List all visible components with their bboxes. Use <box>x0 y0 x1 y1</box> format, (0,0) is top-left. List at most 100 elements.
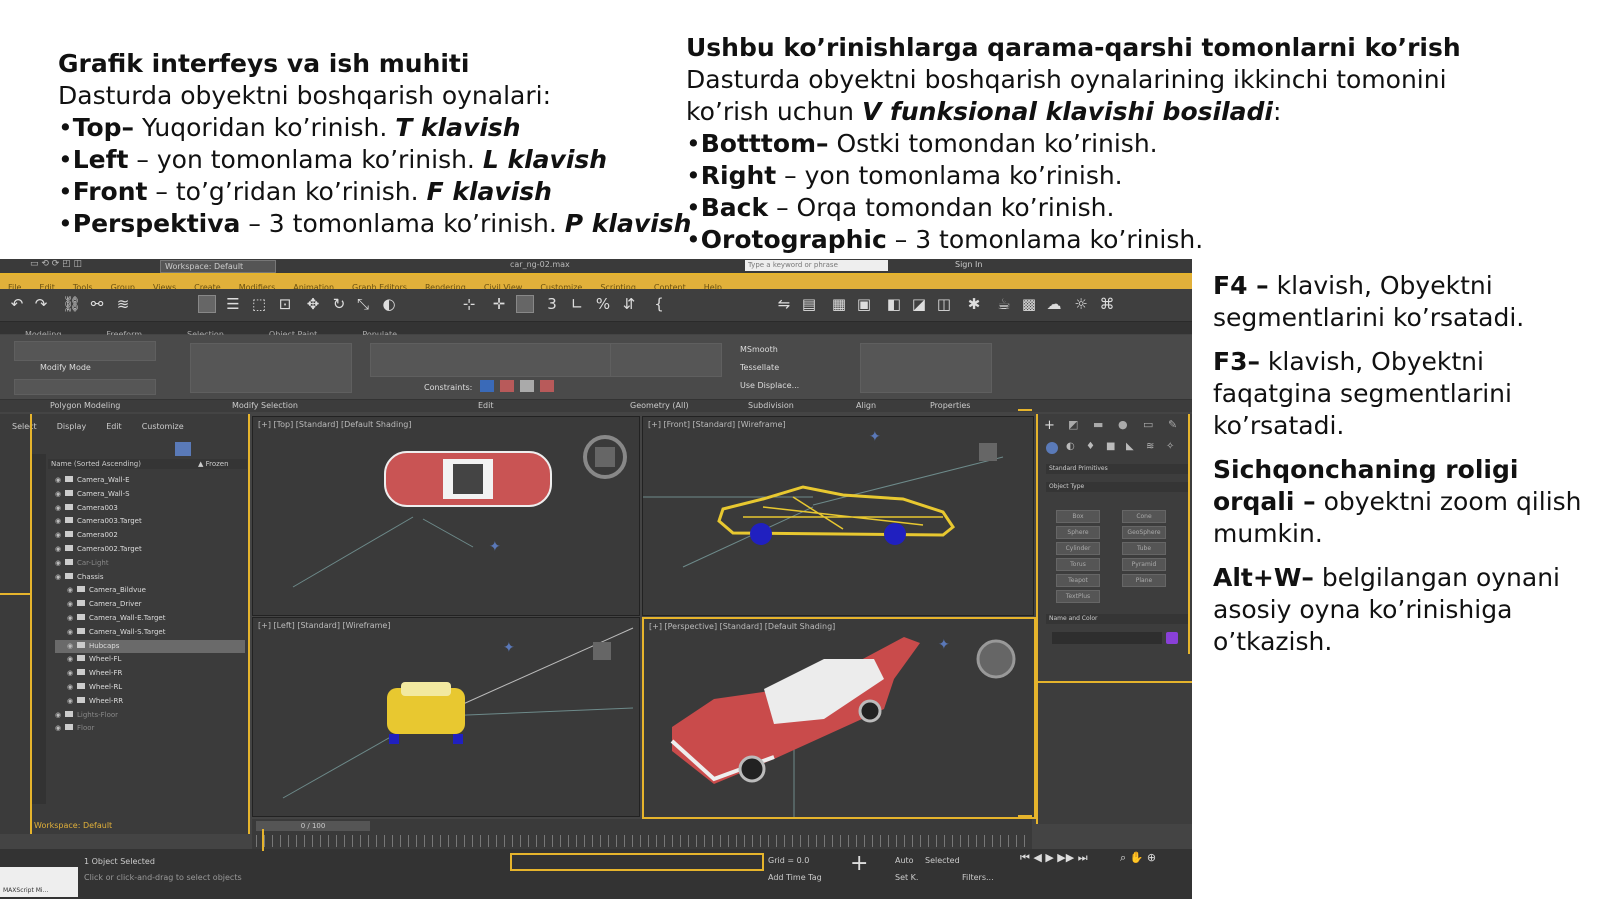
textplus-button[interactable]: TextPlus <box>1056 590 1100 603</box>
motion-tab-icon[interactable]: ● <box>1118 418 1128 431</box>
scene-item[interactable]: ◉ Car-Light <box>55 557 245 571</box>
cone-button[interactable]: Cone <box>1122 510 1166 523</box>
visibility-eye-icon[interactable]: ◉ <box>67 612 75 626</box>
geosphere-button[interactable]: GeoSphere <box>1122 526 1166 539</box>
rect-selection-icon[interactable]: ⬚ <box>250 295 268 313</box>
render-production-icon[interactable]: ▩ <box>1020 295 1038 313</box>
visibility-eye-icon[interactable]: ◉ <box>55 543 63 557</box>
constraint-face-icon[interactable] <box>520 380 534 392</box>
add-key-icon[interactable]: + <box>850 851 868 876</box>
select-by-name-icon[interactable]: ☰ <box>224 295 242 313</box>
viewport-label-left[interactable]: [+] [Left] [Standard] [Wireframe] <box>258 621 390 630</box>
explorer-tab-select[interactable]: Select <box>12 422 37 431</box>
render-setup-icon[interactable]: ✱ <box>965 295 983 313</box>
explorer-filter-column[interactable] <box>30 454 46 804</box>
mirror-icon[interactable]: ⇋ <box>775 295 793 313</box>
explorer-tab-display[interactable]: Display <box>57 422 87 431</box>
time-slider[interactable]: 0 / 100 <box>256 821 370 831</box>
ribbon-label-polygon-modeling[interactable]: Polygon Modeling <box>50 401 120 410</box>
modify-tab-icon[interactable]: ◩ <box>1068 418 1078 431</box>
constraint-edge-icon[interactable] <box>500 380 514 392</box>
timeline[interactable]: 0 / 100 <box>252 819 1032 849</box>
ribbon-tessellate[interactable]: Tessellate <box>740 363 779 372</box>
visibility-eye-icon[interactable]: ◉ <box>67 653 75 667</box>
lights-icon[interactable]: ♦ <box>1086 441 1095 452</box>
search-input[interactable]: Type a keyword or phrase <box>745 260 888 271</box>
visibility-eye-icon[interactable]: ◉ <box>55 515 63 529</box>
scene-item[interactable]: ◉ Hubcaps <box>55 639 245 654</box>
edit-named-selection-icon[interactable]: { <box>650 295 668 313</box>
cameras-icon[interactable]: ■ <box>1106 441 1115 452</box>
explorer-header[interactable]: Name (Sorted Ascending) ▲ Frozen <box>48 459 247 469</box>
redo-icon[interactable]: ↷ <box>32 295 50 313</box>
scale-icon[interactable]: ⤡ <box>354 295 372 313</box>
ribbon-msmooth[interactable]: MSmooth <box>740 345 778 354</box>
link-icon[interactable]: ⛓ <box>62 295 81 313</box>
key-mode-dropdown[interactable]: Selected <box>925 856 960 865</box>
scene-item[interactable]: ◉ Camera_Wall-E <box>55 474 245 488</box>
sphere-button[interactable]: Sphere <box>1056 526 1100 539</box>
viewport-front[interactable]: [+] [Front] [Standard] [Wireframe] ✦ <box>642 416 1034 616</box>
torus-button[interactable]: Torus <box>1056 558 1100 571</box>
viewcube-icon[interactable] <box>593 642 611 660</box>
render-frame-icon[interactable]: ☕ <box>995 295 1013 313</box>
workspace-dropdown[interactable]: Workspace: Default <box>160 260 276 273</box>
playback-controls-icon[interactable]: ⏮ ◀ ▶ ▶▶ ⏭ <box>1020 851 1088 865</box>
ribbon-block[interactable] <box>370 343 622 377</box>
spacewarps-icon[interactable]: ≋ <box>1146 441 1154 452</box>
teapot-button[interactable]: Teapot <box>1056 574 1100 587</box>
hierarchy-tab-icon[interactable]: ▬ <box>1093 418 1103 431</box>
ribbon-block[interactable] <box>610 343 722 377</box>
coordinate-fields[interactable] <box>510 853 764 871</box>
undo-icon[interactable]: ↶ <box>8 295 26 313</box>
track-bar[interactable] <box>256 835 1028 847</box>
spinner-snap-icon[interactable]: ⇵ <box>620 295 638 313</box>
curve-editor-icon[interactable]: ◧ <box>885 295 903 313</box>
frozen-column[interactable]: ▲ Frozen <box>198 459 229 469</box>
auto-key-button[interactable]: Auto <box>895 856 914 865</box>
ribbon-toggle-icon[interactable]: ▣ <box>855 295 873 313</box>
ribbon-label-align[interactable]: Align <box>856 401 876 410</box>
visibility-eye-icon[interactable]: ◉ <box>55 571 63 585</box>
ribbon-block[interactable] <box>860 343 992 393</box>
viewport-label-perspective[interactable]: [+] [Perspective] [Standard] [Default Sh… <box>649 622 835 631</box>
window-crossing-icon[interactable]: ⊡ <box>276 295 294 313</box>
ribbon-label-subdivision[interactable]: Subdivision <box>748 401 794 410</box>
utilities-tab-icon[interactable]: ✎ <box>1168 418 1177 431</box>
viewport-nav-icon[interactable]: ⌕ ✋ ⊕ <box>1120 851 1156 865</box>
viewport-label-top[interactable]: [+] [Top] [Standard] [Default Shading] <box>258 420 411 429</box>
ribbon-block[interactable] <box>14 379 156 395</box>
visibility-eye-icon[interactable]: ◉ <box>55 557 63 571</box>
scene-item[interactable]: ◉ Camera_Wall-E.Target <box>55 612 245 626</box>
viewport-top[interactable]: [+] [Top] [Standard] [Default Shading] ✦ <box>252 416 640 616</box>
tube-button[interactable]: Tube <box>1122 542 1166 555</box>
ribbon-block[interactable] <box>190 343 352 393</box>
visibility-eye-icon[interactable]: ◉ <box>55 709 63 723</box>
viewcube-icon[interactable] <box>979 443 997 461</box>
cylinder-button[interactable]: Cylinder <box>1056 542 1100 555</box>
scene-item[interactable]: ◉ Camera002.Target <box>55 543 245 557</box>
angle-snap-icon[interactable]: ∟ <box>568 295 586 313</box>
visibility-eye-icon[interactable]: ◉ <box>55 529 63 543</box>
ribbon-label-edit[interactable]: Edit <box>478 401 494 410</box>
align-icon[interactable]: ▤ <box>800 295 818 313</box>
scene-item[interactable]: ◉ Wheel-FR <box>55 667 245 681</box>
plane-button[interactable]: Plane <box>1122 574 1166 587</box>
visibility-eye-icon[interactable]: ◉ <box>55 722 63 736</box>
object-type-rollout[interactable]: Object Type <box>1046 482 1189 492</box>
visibility-eye-icon[interactable]: ◉ <box>67 640 75 654</box>
viewcube-icon[interactable] <box>976 639 1016 679</box>
viewport-perspective[interactable]: [+] [Perspective] [Standard] [Default Sh… <box>642 617 1036 819</box>
layer-explorer-icon[interactable]: ▦ <box>830 295 848 313</box>
ribbon-label-geometry[interactable]: Geometry (All) <box>630 401 689 410</box>
visibility-eye-icon[interactable]: ◉ <box>67 667 75 681</box>
create-tab-icon[interactable]: + <box>1044 418 1055 433</box>
visibility-eye-icon[interactable]: ◉ <box>55 474 63 488</box>
activeshade-icon[interactable]: ☼ <box>1072 295 1090 313</box>
ribbon-label-properties[interactable]: Properties <box>930 401 970 410</box>
display-tab-icon[interactable]: ▭ <box>1143 418 1153 431</box>
unlink-icon[interactable]: ⚯ <box>88 295 106 313</box>
pivot-icon[interactable]: ⊹ <box>460 295 478 313</box>
visibility-eye-icon[interactable]: ◉ <box>67 598 75 612</box>
explorer-tab-customize[interactable]: Customize <box>142 422 184 431</box>
